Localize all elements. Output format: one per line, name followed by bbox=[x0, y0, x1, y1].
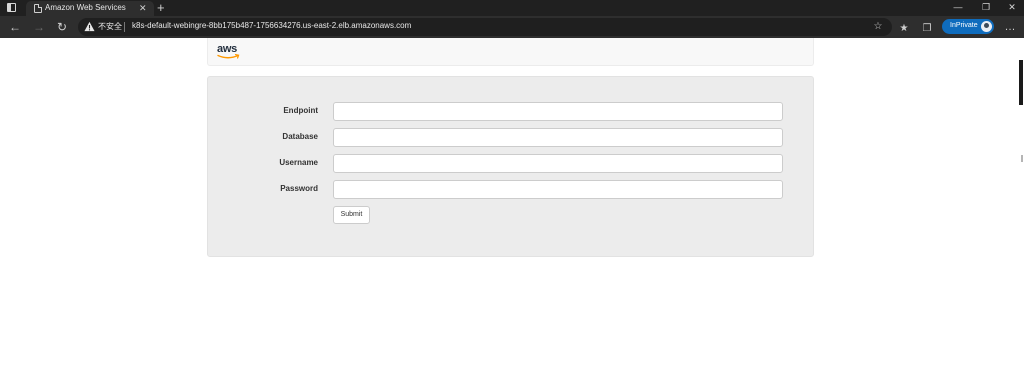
inprivate-label: InPrivate bbox=[950, 22, 978, 29]
password-input[interactable] bbox=[333, 180, 783, 199]
database-row: Database bbox=[208, 128, 815, 147]
navbar: aws bbox=[207, 38, 814, 66]
add-favorite-icon[interactable]: ☆ bbox=[871, 20, 885, 34]
favorites-icon[interactable]: ★ bbox=[897, 22, 911, 36]
connection-form: Endpoint Database Username Password Subm… bbox=[207, 76, 814, 257]
browser-toolbar: ← → ↻ 不安全 k8s-default-webingre-8bb175b48… bbox=[0, 16, 1024, 38]
tab-amazon-web-services[interactable]: Amazon Web Services ✕ bbox=[26, 1, 154, 16]
database-label: Database bbox=[282, 132, 318, 141]
scrollbar[interactable] bbox=[1019, 60, 1023, 105]
collections-icon[interactable]: ❐ bbox=[920, 22, 934, 36]
endpoint-input[interactable] bbox=[333, 102, 783, 121]
close-tab-icon[interactable]: ✕ bbox=[139, 2, 147, 14]
username-input[interactable] bbox=[333, 154, 783, 173]
address-divider bbox=[124, 22, 125, 32]
scrollbar-thumb[interactable] bbox=[1021, 155, 1023, 162]
inprivate-badge[interactable]: InPrivate bbox=[942, 19, 994, 34]
aws-smile-icon bbox=[217, 54, 240, 59]
password-label: Password bbox=[280, 184, 318, 193]
username-label: Username bbox=[279, 158, 318, 167]
tab-title: Amazon Web Services bbox=[45, 3, 126, 12]
password-row: Password bbox=[208, 180, 815, 199]
more-options-icon[interactable]: … bbox=[1003, 19, 1017, 35]
endpoint-row: Endpoint bbox=[208, 102, 815, 121]
close-window-button[interactable]: ✕ bbox=[998, 0, 1024, 16]
address-bar[interactable]: 不安全 k8s-default-webingre-8bb175b487-1756… bbox=[78, 18, 892, 36]
page-content: aws Endpoint Database Username Password … bbox=[0, 38, 1024, 379]
new-tab-button[interactable]: + bbox=[157, 0, 165, 15]
minimize-button[interactable]: — bbox=[944, 0, 972, 16]
page-icon bbox=[34, 4, 42, 13]
restore-button[interactable]: ❐ bbox=[972, 0, 1000, 16]
profile-avatar-icon bbox=[981, 21, 992, 32]
tab-actions-icon[interactable] bbox=[6, 2, 18, 14]
username-row: Username bbox=[208, 154, 815, 173]
submit-button[interactable]: Submit bbox=[333, 206, 370, 224]
back-arrow-icon[interactable]: ← bbox=[7, 19, 23, 35]
warning-icon[interactable] bbox=[84, 21, 95, 32]
refresh-icon[interactable]: ↻ bbox=[54, 19, 70, 35]
database-input[interactable] bbox=[333, 128, 783, 147]
endpoint-label: Endpoint bbox=[283, 106, 318, 115]
title-bar: Amazon Web Services ✕ + — ❐ ✕ bbox=[0, 0, 1024, 16]
url-text[interactable]: k8s-default-webingre-8bb175b487-17566342… bbox=[132, 21, 411, 30]
aws-logo[interactable]: aws bbox=[217, 43, 241, 61]
security-status[interactable]: 不安全 bbox=[98, 21, 122, 32]
forward-arrow-icon[interactable]: → bbox=[31, 19, 47, 35]
